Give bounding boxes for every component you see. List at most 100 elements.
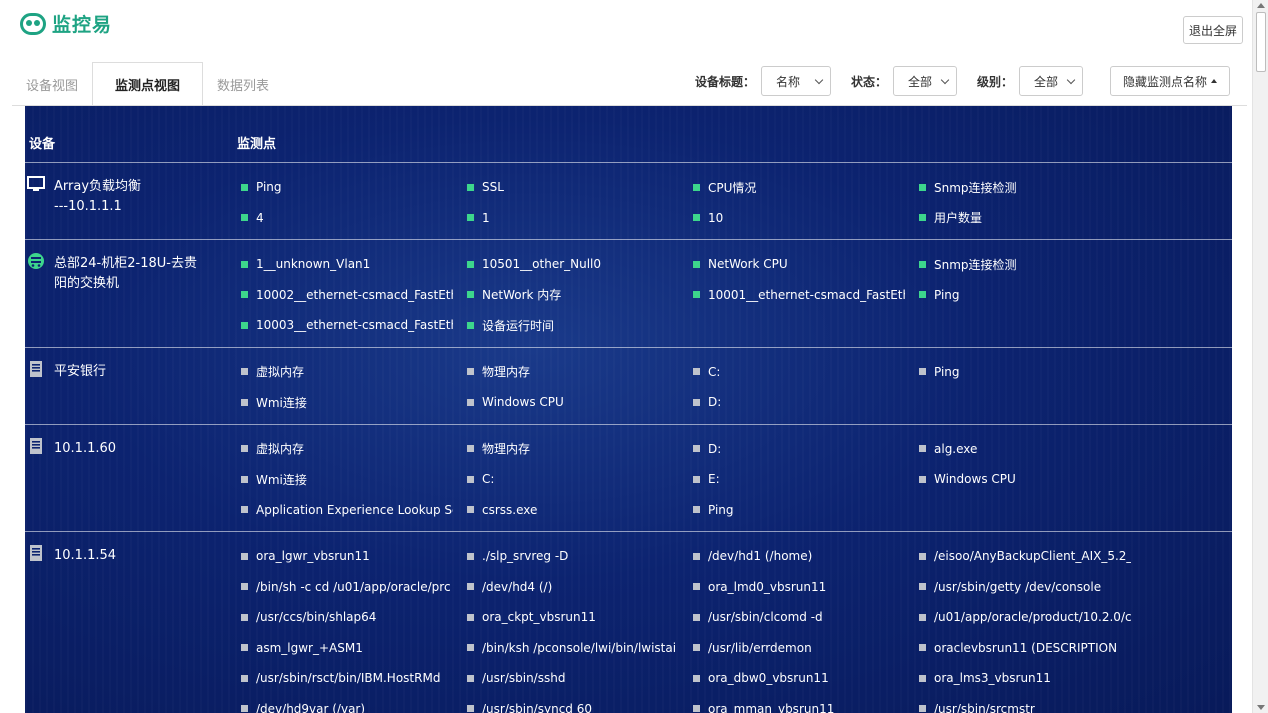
monitor-point[interactable]: Snmp连接检测 [919,254,1131,274]
monitor-point[interactable]: 10 [693,208,905,228]
status-select[interactable]: 全部 [893,66,958,96]
monitor-point[interactable]: ora_dbw0_vbsrun11 [693,668,905,688]
monitor-point[interactable]: /dev/hd1 (/home) [693,546,905,566]
monitor-point[interactable]: 虚拟内存 [241,439,453,459]
monitor-point[interactable]: /usr/lib/errdemon [693,638,905,658]
monitor-point[interactable]: Windows CPU [919,469,1131,489]
monitor-point[interactable]: 设备运行时间 [467,315,679,335]
monitor-point[interactable]: Snmp连接检测 [919,177,1131,197]
exit-fullscreen-button[interactable]: 退出全屏 [1183,16,1243,44]
monitor-point[interactable]: csrss.exe [467,500,679,520]
monitor-point[interactable]: /bin/ksh /pconsole/lwi/bin/lwistai [467,638,679,658]
status-square-icon [693,475,700,483]
level-select[interactable]: 全部 [1019,66,1084,96]
monitor-point[interactable]: Windows CPU [467,392,679,412]
monitor-point[interactable]: NetWork 内存 [467,285,679,305]
monitor-point[interactable]: 虚拟内存 [241,362,453,382]
device-title-select[interactable]: 名称 [761,66,832,96]
status-square-icon [467,552,474,560]
monitor-point[interactable]: C: [693,362,905,382]
scroll-down-arrow-icon[interactable] [1257,705,1265,710]
monitor-point[interactable]: CPU情况 [693,177,905,197]
device-name[interactable]: 总部24-机柜2-18U-去贵阳的交换机 [54,254,204,294]
monitor-point-label: /eisoo/AnyBackupClient_AIX_5.2_ [934,549,1131,563]
hide-point-names-button[interactable]: 隐藏监测点名称 [1110,66,1231,96]
monitor-point[interactable]: Ping [919,285,1131,305]
monitor-point[interactable]: NetWork CPU [693,254,905,274]
tab-device-view[interactable]: 设备视图 [12,62,92,106]
monitor-point[interactable]: /bin/sh -c cd /u01/app/oracle/prc [241,577,453,597]
monitor-point[interactable]: /dev/hd9var (/var) [241,699,453,713]
status-label: 状态： [851,74,888,89]
caret-up-icon [1211,79,1218,83]
monitor-point[interactable]: Ping [919,362,1131,382]
status-square-icon [467,445,474,452]
monitor-point[interactable]: Wmi连接 [241,392,453,412]
tab-monitor-point-view[interactable]: 监测点视图 [92,62,204,106]
monitor-point[interactable]: 1 [467,208,679,228]
status-square-icon [693,183,700,191]
monitor-point[interactable]: oraclevbsrun11 (DESCRIPTION [919,638,1131,658]
monitor-point[interactable]: /dev/hd4 (/) [467,577,679,597]
monitor-point[interactable]: /usr/sbin/getty /dev/console [919,577,1131,597]
status-square-icon [241,506,248,513]
monitor-point[interactable]: /usr/sbin/sshd [467,668,679,688]
scroll-thumb[interactable] [1256,12,1266,72]
monitor-point[interactable]: Ping [693,500,905,520]
device-name[interactable]: 平安银行 [54,362,204,382]
device-name[interactable]: Array负载均衡 ---10.1.1.1 [54,177,204,217]
monitor-point[interactable]: 10002__ethernet-csmacd_FastEthe [241,285,453,305]
monitor-point[interactable]: Wmi连接 [241,469,453,489]
monitor-point[interactable]: 4 [241,208,453,228]
status-square-icon [919,644,926,651]
monitor-point[interactable]: /usr/sbin/rsct/bin/IBM.HostRMd [241,668,453,688]
status-square-icon [467,291,474,298]
chevron-down-icon [940,75,950,84]
monitor-point[interactable]: Ping [241,177,453,197]
monitor-point[interactable]: ./slp_srvreg -D [467,546,679,566]
status-square-icon [241,183,248,191]
monitor-point[interactable]: ora_ckpt_vbsrun11 [467,607,679,627]
status-square-icon [241,475,248,483]
monitor-point[interactable]: 10001__ethernet-csmacd_FastEthe [693,285,905,305]
monitor-point[interactable]: 10003__ethernet-csmacd_FastEthe [241,315,453,335]
monitor-point[interactable]: ora_mman_vbsrun11 [693,699,905,713]
monitor-points-panel: 设备 监测点 Array负载均衡 ---10.1.1.1 Ping SSL CPU情况… [25,106,1232,713]
monitor-point[interactable]: 物理内存 [467,362,679,382]
monitor-point[interactable]: /usr/sbin/syncd 60 [467,699,679,713]
tab-data-list[interactable]: 数据列表 [203,62,283,106]
device-name[interactable]: 10.1.1.60 [54,439,204,459]
monitor-point[interactable]: 1__unknown_Vlan1 [241,254,453,274]
device-name[interactable]: 10.1.1.54 [54,546,204,566]
monitor-point[interactable]: alg.exe [919,439,1131,459]
monitor-point[interactable]: SSL [467,177,679,197]
monitor-point-label: Wmi连接 [256,472,307,487]
monitor-point[interactable]: E: [693,469,905,489]
monitor-point[interactable]: /usr/ccs/bin/shlap64 [241,607,453,627]
scroll-up-arrow-icon[interactable] [1257,3,1265,8]
monitor-point[interactable]: D: [693,392,905,412]
device-row: 10.1.1.60 虚拟内存 物理内存 D: alg.exe Wmi连接 C: E: Windo… [25,425,1232,532]
monitor-point[interactable]: C: [467,469,679,489]
monitor-point-label: /dev/hd4 (/) [482,579,553,594]
monitor-point[interactable]: ora_lgwr_vbsrun11 [241,546,453,566]
monitor-point[interactable]: D: [693,439,905,459]
monitor-point[interactable]: /u01/app/oracle/product/10.2.0/c [919,607,1131,627]
monitor-point[interactable]: 10501__other_Null0 [467,254,679,274]
monitor-point[interactable]: Application Experience Lookup Se [241,500,453,520]
monitor-point[interactable]: ora_lms3_vbsrun11 [919,668,1131,688]
monitor-point[interactable]: 物理内存 [467,439,679,459]
page-scrollbar[interactable] [1252,0,1268,713]
column-points-header: 监测点 [237,137,277,152]
status-square-icon [241,321,248,329]
monitor-point-label: Application Experience Lookup Se [256,502,453,517]
monitor-point[interactable]: 用户数量 [919,208,1131,228]
monitor-point-label: /usr/sbin/sshd [482,671,566,685]
monitor-point[interactable]: /usr/sbin/clcomd -d [693,607,905,627]
monitor-point[interactable]: asm_lgwr_+ASM1 [241,638,453,658]
monitor-point[interactable]: /eisoo/AnyBackupClient_AIX_5.2_ [919,546,1131,566]
monitor-point[interactable]: /usr/sbin/srcmstr [919,699,1131,713]
monitor-point[interactable]: ora_lmd0_vbsrun11 [693,577,905,597]
status-square-icon [693,552,700,560]
monitor-point-label: Ping [934,364,960,379]
